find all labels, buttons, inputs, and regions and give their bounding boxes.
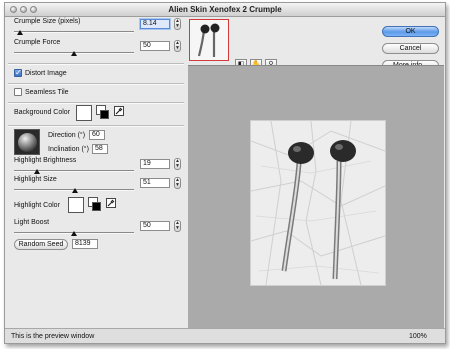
eyedropper-icon[interactable] [106, 198, 116, 208]
light-boost-stepper[interactable]: ▲ ▼ [174, 220, 181, 232]
title-bar: Alien Skin Xenofex 2 Crumple [5, 3, 445, 17]
inclination-label: Inclination (°) [48, 146, 89, 153]
highlight-brightness-label: Highlight Brightness [14, 157, 77, 164]
eyedropper-icon[interactable] [114, 106, 124, 116]
highlight-brightness-slider-track[interactable] [14, 170, 134, 172]
light-direction-sphere[interactable] [14, 129, 40, 155]
crumple-size-slider-track[interactable] [14, 31, 134, 33]
distort-image-label: Distort Image [25, 70, 67, 77]
crumple-size-label: Crumple Size (pixels) [14, 18, 81, 25]
light-boost-slider-knob[interactable] [71, 231, 77, 236]
settings-panel: Crumple Size (pixels) 8.14 ▲ ▼ Crumple Fo… [6, 17, 186, 327]
highlight-color-swatch[interactable] [68, 197, 84, 213]
status-message: This is the preview window [11, 333, 95, 340]
crumple-size-field[interactable]: 8.14 [140, 19, 170, 29]
highlight-brightness-stepper[interactable]: ▲ ▼ [174, 158, 181, 170]
crumple-force-label: Crumple Force [14, 39, 61, 46]
highlight-color-tertiary-swatch [92, 202, 101, 211]
seamless-tile-checkbox[interactable] [14, 88, 22, 96]
preview-image [250, 120, 386, 286]
ok-button[interactable]: OK [382, 26, 439, 37]
crumple-dialog: Alien Skin Xenofex 2 Crumple Crumple Siz… [4, 2, 446, 344]
highlight-size-stepper[interactable]: ▲ ▼ [174, 177, 181, 189]
background-color-tertiary-swatch [100, 110, 109, 119]
preview-window[interactable] [188, 65, 444, 328]
random-seed-field[interactable]: 8139 [72, 239, 98, 249]
highlight-brightness-field[interactable]: 19 [140, 159, 170, 169]
direction-label: Direction (°) [48, 132, 86, 139]
preview-thumbnail[interactable] [189, 19, 229, 61]
window-title: Alien Skin Xenofex 2 Crumple [168, 5, 282, 14]
crumple-size-stepper[interactable]: ▲ ▼ [174, 18, 181, 30]
background-color-label: Background Color [14, 109, 71, 116]
highlight-size-slider-knob[interactable] [72, 188, 79, 193]
light-boost-label: Light Boost [14, 219, 50, 226]
divider [8, 63, 184, 65]
direction-field[interactable]: 60 [89, 130, 105, 140]
highlight-size-label: Highlight Size [14, 176, 57, 183]
light-boost-field[interactable]: 50 [140, 221, 170, 231]
highlight-brightness-slider-knob[interactable] [33, 169, 40, 174]
status-bar: This is the preview window 100% [5, 328, 445, 343]
inclination-field[interactable]: 58 [92, 144, 108, 154]
random-seed-button[interactable]: Random Seed [14, 239, 68, 250]
crumple-force-slider-knob[interactable] [71, 51, 77, 56]
crumple-force-stepper[interactable]: ▲ ▼ [174, 40, 181, 52]
zoom-level: 100% [409, 333, 427, 340]
crumple-force-field[interactable]: 50 [140, 41, 170, 51]
highlight-size-field[interactable]: 51 [140, 178, 170, 188]
distort-image-checkbox[interactable]: ✓ [14, 69, 22, 77]
seamless-tile-label: Seamless Tile [25, 89, 69, 96]
background-color-swatch[interactable] [76, 105, 92, 121]
crumple-size-slider-knob[interactable] [17, 30, 23, 35]
cancel-button[interactable]: Cancel [382, 43, 439, 54]
divider [8, 102, 184, 104]
divider [8, 83, 184, 85]
highlight-color-label: Highlight Color [14, 202, 60, 209]
divider [8, 125, 184, 127]
